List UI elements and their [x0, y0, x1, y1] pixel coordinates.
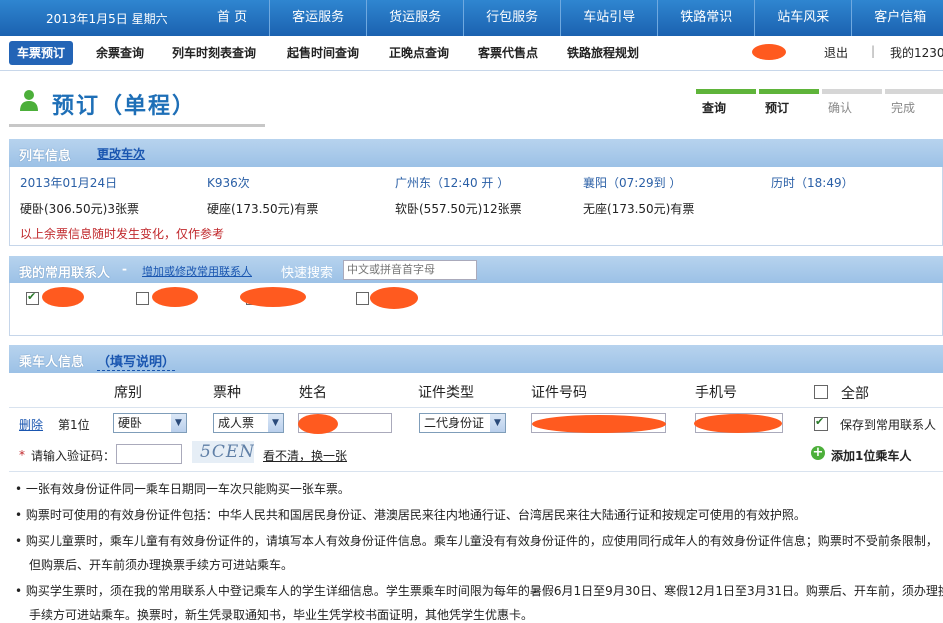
note-item-continued: 手续方可进站乘车。换票时，新生凭录取通知书，毕业生凭学校书面证明，其他凭学生优惠…	[29, 608, 534, 622]
redacted-contact-name	[152, 287, 198, 307]
contact-checkbox[interactable]	[26, 290, 39, 305]
select-all-label: 全部	[841, 386, 869, 402]
add-passenger-button[interactable]: 添加1位乘车人	[831, 447, 911, 464]
quick-search-input[interactable]	[343, 260, 477, 280]
sub-nav-bar: 车票预订 余票查询 列车时刻表查询 起售时间查询 正晚点查询 客票代售点 铁路旅…	[0, 36, 943, 71]
nav-luggage-service[interactable]: 行包服务	[463, 0, 560, 36]
train-info-body: 2013年01月24日 K936次 广州东（12:40 开 ） 襄阳（07:29…	[9, 167, 943, 246]
contacts-title: 我的常用联系人	[19, 266, 111, 281]
top-nav: 首 页 客运服务 货运服务 行包服务 车站引导 铁路常识 站车风采 客户信箱	[195, 0, 943, 36]
nav-passenger-service[interactable]: 客运服务	[269, 0, 366, 36]
tab-timetable[interactable]: 列车时刻表查询	[172, 41, 256, 65]
booking-steps: 查询 预订 确认 完成	[696, 89, 943, 115]
seat-availability: 硬座(173.50元)有票	[207, 202, 319, 216]
note-item: • 购票时可使用的有效身份证件包括：中华人民共和国居民身份证、港澳居民来往内地通…	[15, 508, 806, 522]
row-divider	[9, 407, 943, 408]
save-contact-checkbox[interactable]	[814, 415, 828, 431]
redacted-passenger-name	[298, 414, 338, 434]
passenger-position: 第1位	[58, 418, 90, 432]
redacted-phone	[694, 414, 782, 433]
tab-ticket-booking[interactable]: 车票预订	[9, 41, 74, 65]
change-train-link[interactable]: 更改车次	[97, 145, 145, 162]
note-item: • 购买学生票时，须在我的常用联系人中登记乘车人的学生详细信息。学生票乘车时间限…	[15, 584, 943, 598]
nav-station-style[interactable]: 站车风采	[754, 0, 851, 36]
departure-station: 广州东（12:40 开 ）	[395, 176, 510, 190]
chevron-down-icon: ▼	[171, 414, 186, 432]
tab-trip-planning[interactable]: 铁路旅程规划	[567, 41, 639, 65]
passengers-header: 乘车人信息 （填写说明）	[9, 345, 943, 373]
nav-station-guide[interactable]: 车站引导	[560, 0, 657, 36]
note-item: • 购买儿童票时，乘车儿童有有效身份证件的，请填写本人有效身份证件信息。乘车儿童…	[15, 534, 938, 548]
fill-help-link[interactable]: （填写说明）	[97, 351, 176, 371]
separator: |	[871, 44, 876, 58]
note-item-continued: 但购票后、开车前须办理换票手续方可进站乘车。	[29, 558, 294, 572]
train-number: K936次	[207, 176, 250, 190]
contact-checkbox[interactable]	[356, 292, 369, 305]
tab-agency-points[interactable]: 客票代售点	[478, 41, 538, 65]
title-underline	[9, 124, 265, 127]
col-id-number: 证件号码	[531, 385, 587, 401]
col-ticket-type: 票种	[213, 385, 241, 401]
captcha-input[interactable]	[116, 444, 182, 464]
step-query: 查询	[696, 89, 756, 115]
ticket-type-select[interactable]: 成人票 ▼	[213, 413, 284, 433]
tab-delay-query[interactable]: 正晚点查询	[389, 41, 449, 65]
manage-contacts-link[interactable]: 增加或修改常用联系人	[142, 263, 252, 279]
col-phone: 手机号	[695, 385, 737, 401]
redacted-contact-name	[42, 287, 84, 307]
my-account-link[interactable]: 我的12306	[890, 44, 943, 61]
col-seat: 席别	[114, 385, 142, 401]
arrival-station: 襄阳（07:29到 ）	[583, 176, 682, 190]
id-type-select[interactable]: 二代身份证 ▼	[419, 413, 506, 433]
redacted-contact-name	[240, 287, 306, 307]
current-date: 2013年1月5日 星期六	[46, 12, 168, 26]
step-confirm: 确认	[822, 89, 882, 115]
logout-link[interactable]: 退出	[824, 44, 848, 61]
col-name: 姓名	[299, 385, 327, 401]
train-info-header: 列车信息 更改车次	[9, 139, 943, 167]
step-complete: 完成	[885, 89, 943, 115]
quick-search-label: 快速搜索	[281, 266, 334, 281]
redacted-contact-name	[370, 287, 418, 309]
nav-home[interactable]: 首 页	[195, 0, 269, 36]
step-book: 预订	[759, 89, 819, 115]
add-icon[interactable]: +	[811, 446, 825, 460]
captcha-label: 请输入验证码：	[31, 449, 116, 463]
contacts-dash: -	[122, 262, 127, 276]
note-item: • 一张有效身份证件同一乘车日期同一车次只能购买一张车票。	[15, 482, 350, 496]
tab-sale-time[interactable]: 起售时间查询	[287, 41, 359, 65]
seat-type-select[interactable]: 硬卧 ▼	[113, 413, 187, 433]
nav-customer-mailbox[interactable]: 客户信箱	[851, 0, 943, 36]
top-nav-bar: 2013年1月5日 星期六 首 页 客运服务 货运服务 行包服务 车站引导 铁路…	[0, 0, 943, 36]
user-icon	[20, 90, 38, 111]
captcha-image: 5CEN	[192, 441, 254, 463]
redacted-username	[752, 44, 786, 60]
travel-duration: 历时（18:49）	[771, 176, 854, 190]
redacted-id-number	[532, 415, 666, 433]
contacts-header: 我的常用联系人 - 增加或修改常用联系人 快速搜索	[9, 256, 943, 283]
required-marker: *	[19, 448, 25, 462]
tab-remaining-tickets[interactable]: 余票查询	[96, 41, 144, 65]
delete-passenger-link[interactable]: 删除	[19, 416, 43, 433]
travel-date: 2013年01月24日	[20, 176, 118, 190]
contacts-body	[9, 283, 943, 336]
seat-availability: 无座(173.50元)有票	[583, 202, 695, 216]
notes-divider	[9, 471, 943, 472]
contact-checkbox[interactable]	[136, 292, 149, 305]
chevron-down-icon: ▼	[268, 414, 283, 432]
nav-freight-service[interactable]: 货运服务	[366, 0, 463, 36]
availability-warning: 以上余票信息随时发生变化，仅作参考	[20, 227, 225, 241]
save-contact-label: 保存到常用联系人	[840, 418, 937, 432]
seat-availability: 软卧(557.50元)12张票	[395, 202, 522, 216]
passengers-title: 乘车人信息	[19, 355, 85, 370]
refresh-captcha-link[interactable]: 看不清，换一张	[263, 447, 347, 464]
page-title: 预订（单程）	[52, 94, 197, 119]
chevron-down-icon: ▼	[490, 414, 505, 432]
col-id-type: 证件类型	[418, 385, 474, 401]
select-all-checkbox[interactable]	[814, 385, 828, 399]
nav-railway-knowledge[interactable]: 铁路常识	[657, 0, 754, 36]
train-info-title: 列车信息	[19, 149, 72, 164]
seat-availability: 硬卧(306.50元)3张票	[20, 202, 139, 216]
